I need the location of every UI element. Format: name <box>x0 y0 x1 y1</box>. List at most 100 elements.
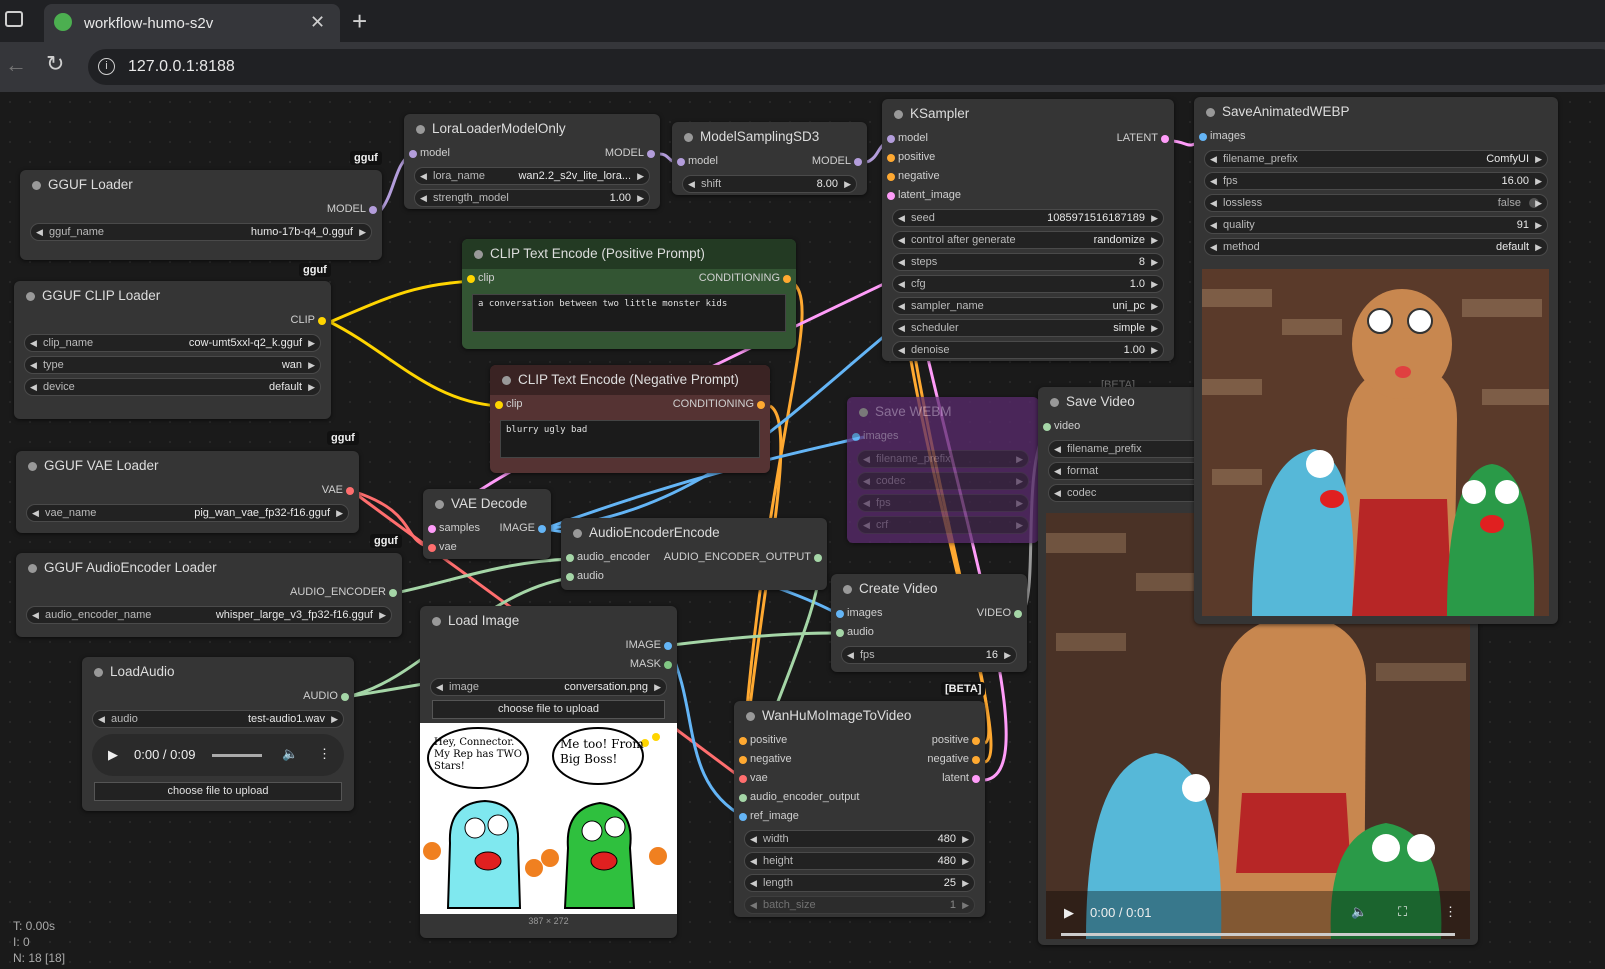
io-row[interactable]: model LATENT <box>882 129 1174 148</box>
io-row[interactable]: vae <box>423 538 551 557</box>
io-row[interactable]: model MODEL <box>672 152 867 171</box>
back-arrow-icon[interactable]: ← <box>5 52 27 78</box>
lora-name-widget[interactable]: lora_name wan2.2_s2v_lite_lora... <box>414 167 650 185</box>
io-row[interactable]: images VIDEO <box>831 604 1027 623</box>
input-dot[interactable] <box>428 525 436 533</box>
graph-canvas[interactable]: GGUF Loader MODEL gguf_name humo-17b-q4_0… <box>0 92 1605 969</box>
fps-widget[interactable]: fps 16 <box>841 646 1017 664</box>
codec-widget[interactable]: codec <box>1048 484 1208 502</box>
output-dot[interactable] <box>1014 610 1022 618</box>
input-dot[interactable] <box>566 573 574 581</box>
input-dot[interactable] <box>677 158 685 166</box>
io-row[interactable]: audio_encoder AUDIO_ENCODER_OUTPUT <box>561 548 827 567</box>
output-dot[interactable] <box>1161 135 1169 143</box>
clip-loader-node[interactable]: GGUF CLIP Loader CLIP clip_name cow-umt5x… <box>14 281 331 419</box>
output-dot[interactable] <box>783 275 791 283</box>
output-dot[interactable] <box>346 487 354 495</box>
method-widget[interactable]: method default <box>1204 238 1548 256</box>
ksampler-node[interactable]: KSampler model LATENT positive negative l… <box>882 99 1174 361</box>
output-dot[interactable] <box>664 661 672 669</box>
input-dot[interactable] <box>739 794 747 802</box>
more-options-icon[interactable]: ⋮ <box>318 746 331 762</box>
input-dot[interactable] <box>836 610 844 618</box>
strength-widget[interactable]: strength_model 1.00 <box>414 189 650 207</box>
io-row[interactable]: IMAGE <box>420 636 677 655</box>
io-row[interactable]: ref_image <box>734 807 985 826</box>
audio-encoder-loader-node[interactable]: GGUF AudioEncoder Loader AUDIO_ENCODER a… <box>16 553 402 637</box>
sampler-widget[interactable]: sampler_name uni_pc <box>892 297 1164 315</box>
audio-player[interactable]: ▶ 0:00 / 0:09 🔈 ⋮ <box>92 734 344 776</box>
io-row[interactable]: images <box>847 427 1039 446</box>
output-dot[interactable] <box>341 693 349 701</box>
output-dot[interactable] <box>538 525 546 533</box>
input-dot[interactable] <box>409 150 417 158</box>
save-webm-node[interactable]: Save WEBM images filename_prefix codec f… <box>847 397 1039 543</box>
audio-file-widget[interactable]: audio test-audio1.wav <box>92 710 344 728</box>
io-row[interactable]: negative negative <box>734 750 985 769</box>
input-dot[interactable] <box>739 775 747 783</box>
vae-decode-node[interactable]: VAE Decode samples IMAGE vae <box>423 489 551 559</box>
output-dot[interactable] <box>972 756 980 764</box>
load-image-node[interactable]: Load Image IMAGE MASK image conversation.… <box>420 606 677 938</box>
gguf-loader-node[interactable]: GGUF Loader MODEL gguf_name humo-17b-q4_0… <box>20 170 382 260</box>
output-dot[interactable] <box>814 554 822 562</box>
choose-file-button[interactable]: choose file to upload <box>432 700 665 719</box>
io-row[interactable]: clip CONDITIONING <box>490 395 770 414</box>
input-dot[interactable] <box>467 275 475 283</box>
input-dot[interactable] <box>566 554 574 562</box>
output-dot[interactable] <box>757 401 765 409</box>
lossless-toggle[interactable]: lossless false <box>1204 194 1548 212</box>
steps-widget[interactable]: steps 8 <box>892 253 1164 271</box>
output-dot[interactable] <box>854 158 862 166</box>
play-icon[interactable]: ▶ <box>108 747 118 763</box>
volume-icon[interactable]: 🔈 <box>282 746 298 762</box>
prompt-textarea[interactable]: a conversation between two little monste… <box>472 294 786 332</box>
input-dot[interactable] <box>739 737 747 745</box>
volume-icon[interactable]: 🔈 <box>1351 904 1367 920</box>
wanhumo-node[interactable]: WanHuMoImageToVideo positive positive neg… <box>734 701 985 917</box>
io-row[interactable]: model MODEL <box>404 144 660 163</box>
io-row[interactable]: latent_image <box>882 186 1174 205</box>
choose-file-button[interactable]: choose file to upload <box>94 782 342 801</box>
audio-encoder-name-widget[interactable]: audio_encoder_name whisper_large_v3_fp32-… <box>26 606 392 624</box>
width-widget[interactable]: width 480 <box>744 830 975 848</box>
prompt-textarea[interactable]: blurry ugly bad <box>500 420 760 458</box>
output-dot[interactable] <box>369 206 377 214</box>
denoise-widget[interactable]: denoise 1.00 <box>892 341 1164 359</box>
play-icon[interactable]: ▶ <box>1064 905 1074 921</box>
vae-name-widget[interactable]: vae_name pig_wan_vae_fp32-f16.gguf <box>26 504 349 522</box>
scheduler-widget[interactable]: scheduler simple <box>892 319 1164 337</box>
output-audio[interactable]: AUDIO <box>82 687 354 706</box>
image-widget[interactable]: image conversation.png <box>430 678 667 696</box>
io-row[interactable]: audio <box>561 567 827 586</box>
filename-widget[interactable]: filename_prefix <box>857 450 1029 468</box>
length-widget[interactable]: length 25 <box>744 874 975 892</box>
io-row[interactable]: positive positive <box>734 731 985 750</box>
close-tab-icon[interactable]: ✕ <box>310 12 325 33</box>
crf-widget[interactable]: crf <box>857 516 1029 534</box>
save-animated-webp-node[interactable]: SaveAnimatedWEBP images filename_prefix C… <box>1194 97 1558 624</box>
io-row[interactable]: samples IMAGE <box>423 519 551 538</box>
input-dot[interactable] <box>836 629 844 637</box>
control-widget[interactable]: control after generate randomize <box>892 231 1164 249</box>
lora-loader-node[interactable]: LoraLoaderModelOnly model MODEL lora_name… <box>404 114 660 209</box>
vae-loader-node[interactable]: GGUF VAE Loader VAE vae_name pig_wan_vae_… <box>16 451 359 533</box>
input-dot[interactable] <box>1199 133 1207 141</box>
io-row[interactable]: negative <box>882 167 1174 186</box>
gguf-name-widget[interactable]: gguf_name humo-17b-q4_0.gguf <box>30 223 372 241</box>
address-bar[interactable]: i 127.0.0.1:8188 <box>88 49 1605 85</box>
output-dot[interactable] <box>318 317 326 325</box>
clip-negative-node[interactable]: CLIP Text Encode (Negative Prompt) clip C… <box>490 365 770 473</box>
filename-prefix-widget[interactable]: filename_prefix ComfyUI <box>1204 150 1548 168</box>
batch-size-widget[interactable]: batch_size 1 <box>744 896 975 914</box>
filename-widget[interactable]: filename_prefix <box>1048 440 1208 458</box>
fullscreen-icon[interactable]: ⛶ <box>1398 904 1407 920</box>
io-row[interactable]: MASK <box>420 655 677 674</box>
shift-widget[interactable]: shift 8.00 <box>682 175 857 193</box>
reload-icon[interactable]: ↻ <box>46 51 64 77</box>
clip-name-widget[interactable]: clip_name cow-umt5xxl-q2_k.gguf <box>24 334 321 352</box>
input-dot[interactable] <box>887 192 895 200</box>
audio-progress-bar[interactable] <box>212 754 262 757</box>
type-widget[interactable]: type wan <box>24 356 321 374</box>
output-dot[interactable] <box>647 150 655 158</box>
